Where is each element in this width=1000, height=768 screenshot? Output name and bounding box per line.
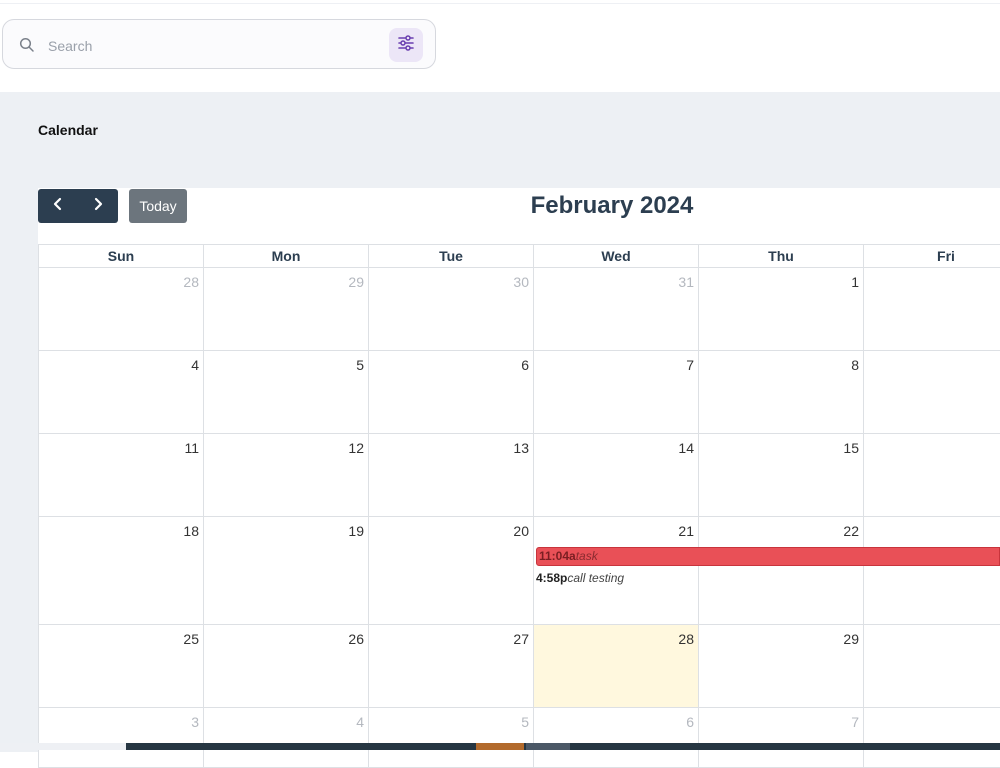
event-title: task bbox=[575, 549, 598, 563]
day-number: 15 bbox=[843, 440, 859, 456]
day-cell[interactable]: 4 bbox=[203, 708, 368, 768]
today-button[interactable]: Today bbox=[129, 189, 187, 223]
day-cell[interactable]: 7 bbox=[533, 351, 698, 434]
day-number: 18 bbox=[183, 523, 199, 539]
event-time: 11:04a bbox=[539, 549, 576, 563]
weekday-thu: Thu bbox=[698, 245, 863, 268]
day-number: 29 bbox=[348, 274, 364, 290]
day-cell[interactable]: 26 bbox=[203, 625, 368, 708]
day-cell[interactable] bbox=[863, 708, 1000, 768]
day-number: 19 bbox=[348, 523, 364, 539]
day-cell[interactable]: 22 bbox=[698, 517, 863, 625]
day-cell[interactable] bbox=[863, 625, 1000, 708]
day-cell[interactable]: 5 bbox=[203, 351, 368, 434]
day-cell[interactable]: 13 bbox=[368, 434, 533, 517]
day-number: 6 bbox=[686, 714, 694, 730]
day-number: 1 bbox=[851, 274, 859, 290]
event-call-testing[interactable]: 4:58pcall testing bbox=[536, 571, 624, 585]
day-number: 27 bbox=[513, 631, 529, 647]
day-cell[interactable] bbox=[863, 351, 1000, 434]
day-number: 31 bbox=[678, 274, 694, 290]
day-number: 22 bbox=[843, 523, 859, 539]
event-time: 4:58p bbox=[536, 571, 568, 585]
month-title: February 2024 bbox=[530, 192, 694, 219]
sliders-icon bbox=[397, 34, 415, 57]
day-number: 7 bbox=[686, 357, 694, 373]
weekday-header: Sun Mon Tue Wed Thu Fri bbox=[38, 244, 1000, 268]
day-number: 5 bbox=[356, 357, 364, 373]
taskbar-app[interactable] bbox=[526, 743, 570, 750]
calendar-panel: Calendar Today February 2024 Sun Mon Tue… bbox=[0, 92, 1000, 768]
day-number: 21 bbox=[678, 523, 694, 539]
day-number: 25 bbox=[183, 631, 199, 647]
filter-button[interactable] bbox=[389, 28, 423, 62]
day-number: 5 bbox=[521, 714, 529, 730]
day-number: 4 bbox=[356, 714, 364, 730]
day-cell[interactable]: 31 bbox=[533, 268, 698, 351]
day-number: 3 bbox=[191, 714, 199, 730]
day-number: 13 bbox=[513, 440, 529, 456]
day-cell[interactable]: 28 bbox=[38, 268, 203, 351]
weekday-tue: Tue bbox=[368, 245, 533, 268]
day-number: 29 bbox=[843, 631, 859, 647]
next-month-button[interactable] bbox=[78, 189, 118, 223]
day-cell[interactable]: 15 bbox=[698, 434, 863, 517]
day-number: 28 bbox=[183, 274, 199, 290]
day-cell[interactable]: 29 bbox=[698, 625, 863, 708]
day-cell[interactable]: 8 bbox=[698, 351, 863, 434]
day-cell[interactable]: 20 bbox=[368, 517, 533, 625]
day-cell[interactable]: 6 bbox=[533, 708, 698, 768]
top-divider bbox=[0, 0, 1000, 4]
search-input[interactable] bbox=[46, 33, 370, 59]
day-cell[interactable]: 18 bbox=[38, 517, 203, 625]
taskbar-active-app[interactable] bbox=[476, 743, 524, 750]
search-bar bbox=[2, 19, 436, 69]
month-nav bbox=[38, 189, 118, 223]
day-number: 30 bbox=[513, 274, 529, 290]
event-task[interactable]: 11:04atask bbox=[536, 547, 1000, 566]
day-number: 28 bbox=[678, 631, 694, 647]
day-number: 12 bbox=[348, 440, 364, 456]
day-cell[interactable]: 11 bbox=[38, 434, 203, 517]
chevron-left-icon bbox=[52, 197, 64, 216]
chevron-right-icon bbox=[92, 197, 104, 216]
day-number: 7 bbox=[851, 714, 859, 730]
day-cell[interactable]: 4 bbox=[38, 351, 203, 434]
calendar: Today February 2024 Sun Mon Tue Wed Thu … bbox=[38, 188, 1000, 768]
day-cell[interactable]: 27 bbox=[368, 625, 533, 708]
day-number: 14 bbox=[678, 440, 694, 456]
weekday-mon: Mon bbox=[203, 245, 368, 268]
day-cell[interactable]: 7 bbox=[698, 708, 863, 768]
day-cell[interactable]: 6 bbox=[368, 351, 533, 434]
page-title: Calendar bbox=[38, 122, 98, 138]
day-cell[interactable] bbox=[863, 434, 1000, 517]
day-cell[interactable]: 19 bbox=[203, 517, 368, 625]
day-number: 8 bbox=[851, 357, 859, 373]
day-cell[interactable]: 14 bbox=[533, 434, 698, 517]
day-cell[interactable]: 29 bbox=[203, 268, 368, 351]
search-icon bbox=[19, 37, 35, 53]
day-number: 26 bbox=[348, 631, 364, 647]
day-number: 4 bbox=[191, 357, 199, 373]
weekday-wed: Wed bbox=[533, 245, 698, 268]
weekday-sun: Sun bbox=[38, 245, 203, 268]
day-cell[interactable] bbox=[863, 517, 1000, 625]
day-number: 20 bbox=[513, 523, 529, 539]
taskbar bbox=[0, 743, 1000, 750]
event-title: call testing bbox=[567, 571, 625, 585]
weekday-fri: Fri bbox=[863, 245, 1000, 268]
day-cell[interactable]: 12 bbox=[203, 434, 368, 517]
day-cell[interactable]: 3 bbox=[38, 708, 203, 768]
prev-month-button[interactable] bbox=[38, 189, 78, 223]
day-cell[interactable]: 1 bbox=[698, 268, 863, 351]
day-number: 11 bbox=[184, 440, 199, 456]
day-number: 6 bbox=[521, 357, 529, 373]
day-cell-today[interactable]: 28 bbox=[533, 625, 698, 708]
day-cell[interactable]: 25 bbox=[38, 625, 203, 708]
day-cell[interactable]: 5 bbox=[368, 708, 533, 768]
day-cell[interactable] bbox=[863, 268, 1000, 351]
day-cell[interactable]: 30 bbox=[368, 268, 533, 351]
